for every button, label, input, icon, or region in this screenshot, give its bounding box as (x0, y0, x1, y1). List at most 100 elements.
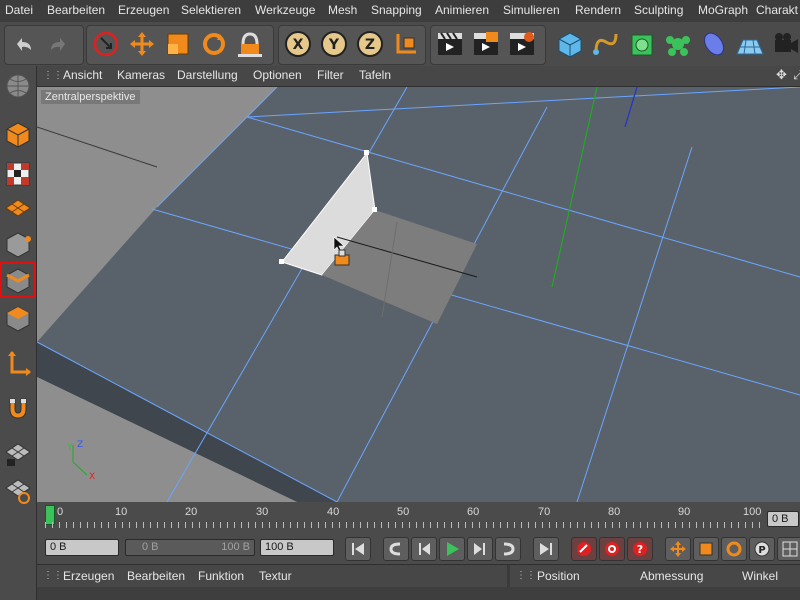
range-slider[interactable]: 0 B 100 B (125, 539, 255, 556)
grid-align-icon (5, 479, 31, 504)
key-rotation-button[interactable] (721, 537, 747, 561)
snap-tool-icon (238, 32, 262, 57)
range-start-value: 0 B (142, 541, 159, 553)
menu-selektieren[interactable]: Selektieren (181, 3, 241, 17)
points-mode-button[interactable] (2, 228, 34, 260)
viewport-zoom-icon[interactable]: ⤢ (793, 67, 800, 83)
key-scale-button[interactable] (693, 537, 719, 561)
object-mode-button[interactable] (2, 118, 34, 150)
current-frame-field[interactable]: 0 B (767, 511, 799, 527)
svg-text:?: ? (637, 543, 643, 556)
axis-mode-button[interactable] (2, 348, 34, 380)
floor-button[interactable] (733, 27, 767, 61)
coord-header-winkel: Winkel (742, 569, 779, 583)
rotate-button[interactable] (197, 27, 231, 61)
deformer-button[interactable] (697, 27, 731, 61)
record-button[interactable] (571, 537, 597, 561)
menu-datei[interactable]: Datei (5, 3, 33, 17)
menu-charakter[interactable]: Charakt (756, 3, 798, 17)
mograph-cloner-button[interactable] (661, 27, 695, 61)
render-view-button[interactable] (433, 27, 467, 61)
subdivision-button[interactable] (625, 27, 659, 61)
auto-key-button[interactable] (599, 537, 625, 561)
viewport-menu-filter[interactable]: Filter (317, 68, 344, 82)
subdivision-icon (631, 34, 653, 56)
texture-mode-button[interactable] (2, 158, 34, 190)
menu-sculpting[interactable]: Sculpting (634, 3, 683, 17)
next-frame-button[interactable] (467, 537, 493, 561)
key-help-button[interactable]: ? (627, 537, 653, 561)
viewport-move-icon[interactable]: ✥ (776, 67, 787, 83)
menu-animieren[interactable]: Animieren (435, 3, 489, 17)
edges-cube-icon (6, 268, 30, 294)
menu-bearbeiten[interactable]: Bearbeiten (47, 3, 105, 17)
prev-key-button[interactable] (383, 537, 409, 561)
menu-snapping[interactable]: Snapping (371, 3, 422, 17)
coord-header-position: Position (537, 569, 580, 583)
edges-mode-button[interactable] (0, 262, 36, 298)
skip-start-icon (352, 543, 364, 555)
scale-button[interactable] (161, 27, 195, 61)
end-frame-field[interactable]: 100 B (260, 539, 334, 556)
cube-object-button[interactable] (553, 27, 587, 61)
spline-button[interactable] (589, 27, 623, 61)
camera-icon (775, 33, 798, 53)
viewport[interactable]: Y Z X Zentralperspektive (37, 87, 800, 502)
redo-button[interactable] (42, 27, 76, 61)
model-mode-button[interactable] (2, 70, 34, 102)
play-icon (447, 542, 459, 556)
key-parameter-button[interactable]: P (749, 537, 775, 561)
viewport-menu-darstellung[interactable]: Darstellung (177, 68, 238, 82)
go-to-start-button[interactable] (345, 537, 371, 561)
object-manager-grip-icon[interactable]: ⋮⋮ (43, 570, 63, 581)
live-selection-button[interactable] (89, 27, 123, 61)
om-menu-erzeugen[interactable]: Erzeugen (63, 569, 114, 583)
workplane-mode-button[interactable] (2, 192, 34, 224)
start-frame-field[interactable]: 0 B (45, 539, 119, 556)
viewport-menu-tafeln[interactable]: Tafeln (359, 68, 391, 82)
viewport-menu-optionen[interactable]: Optionen (253, 68, 302, 82)
workplane-lock-button[interactable] (2, 438, 34, 470)
undo-button[interactable] (6, 27, 40, 61)
menu-mesh[interactable]: Mesh (328, 3, 357, 17)
prev-frame-button[interactable] (411, 537, 437, 561)
live-selection-icon (93, 31, 119, 57)
polygons-mode-button[interactable] (2, 302, 34, 334)
go-to-end-button[interactable] (533, 537, 559, 561)
menu-mograph[interactable]: MoGraph (698, 3, 748, 17)
menu-rendern[interactable]: Rendern (575, 3, 621, 17)
y-axis-button[interactable]: Y (317, 27, 351, 61)
render-settings-button[interactable] (505, 27, 539, 61)
coordinates-grip-icon[interactable]: ⋮⋮ (516, 570, 536, 581)
camera-button[interactable] (769, 27, 800, 61)
snap-tool-button[interactable] (233, 27, 267, 61)
key-position-button[interactable] (665, 537, 691, 561)
move-button[interactable] (125, 27, 159, 61)
menu-simulieren[interactable]: Simulieren (503, 3, 560, 17)
play-button[interactable] (439, 537, 465, 561)
drag-grip-icon[interactable]: ⋮⋮ (43, 70, 63, 81)
snap-mode-button[interactable] (2, 392, 34, 424)
om-menu-bearbeiten[interactable]: Bearbeiten (127, 569, 185, 583)
z-axis-icon: Z (357, 31, 383, 57)
axis-icon (8, 351, 31, 376)
timeline-ruler[interactable]: 0 10 20 30 40 50 60 70 80 90 100 0 B (37, 502, 800, 532)
coordinate-system-button[interactable] (389, 27, 423, 61)
workplane-align-button[interactable] (2, 474, 34, 506)
points-cube-icon (6, 232, 31, 258)
key-pla-button[interactable] (777, 537, 800, 561)
viewport-menu-ansicht[interactable]: Ansicht (63, 68, 102, 82)
viewport-menu-kameras[interactable]: Kameras (117, 68, 165, 82)
polygons-cube-icon (6, 306, 30, 332)
menu-werkzeuge[interactable]: Werkzeuge (255, 3, 315, 17)
om-menu-funktion[interactable]: Funktion (198, 569, 244, 583)
om-menu-textur[interactable]: Textur (259, 569, 292, 583)
render-region-button[interactable] (469, 27, 503, 61)
z-axis-button[interactable]: Z (353, 27, 387, 61)
timeline-tick: 90 (678, 506, 691, 518)
menu-erzeugen[interactable]: Erzeugen (118, 3, 169, 17)
next-key-button[interactable] (495, 537, 521, 561)
timeline-tick: 30 (256, 506, 269, 518)
svg-text:Z: Z (365, 37, 375, 53)
x-axis-button[interactable]: X (281, 27, 315, 61)
